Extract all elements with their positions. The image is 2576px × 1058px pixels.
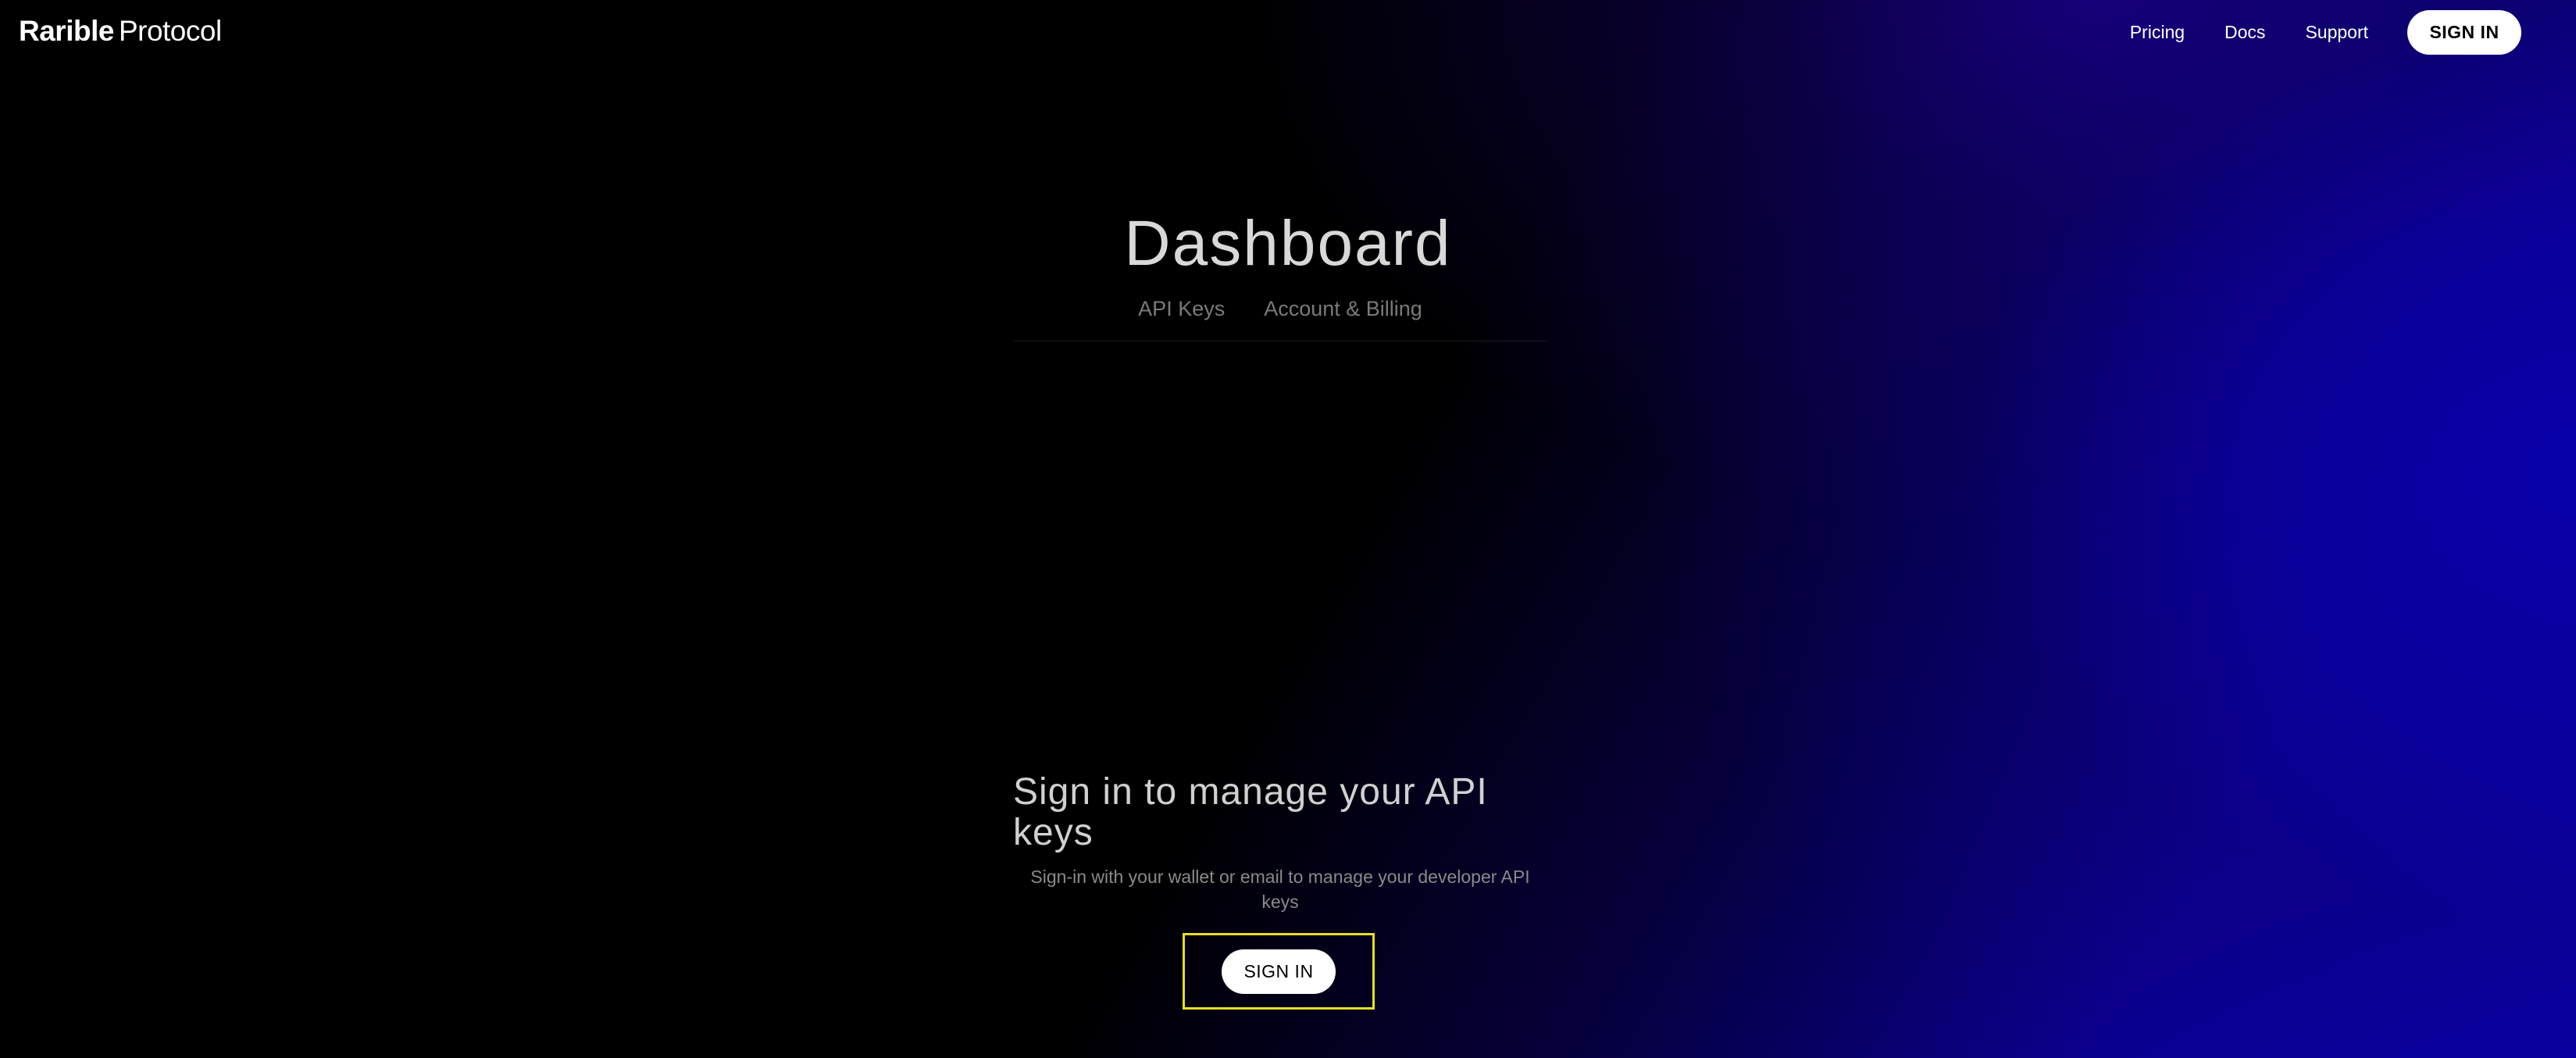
page-title: Dashboard bbox=[1124, 207, 1452, 279]
main-nav: Pricing Docs Support SIGN IN bbox=[2130, 9, 2521, 55]
tab-api-keys[interactable]: API Keys bbox=[1138, 297, 1225, 341]
sign-in-description: Sign-in with your wallet or email to man… bbox=[1030, 867, 1530, 912]
dashboard-tabs: API Keys Account & Billing bbox=[1013, 297, 1547, 341]
nav-link-pricing[interactable]: Pricing bbox=[2130, 22, 2185, 43]
sign-in-highlight-frame: SIGN IN bbox=[1183, 933, 1375, 1010]
tab-account-billing[interactable]: Account & Billing bbox=[1264, 297, 1422, 341]
sign-in-heading: Sign in to manage your API keys bbox=[1013, 771, 1488, 853]
logo-suffix: Protocol bbox=[118, 15, 222, 47]
header-sign-in-button[interactable]: SIGN IN bbox=[2407, 9, 2521, 55]
nav-link-support[interactable]: Support bbox=[2305, 22, 2368, 43]
nav-link-docs[interactable]: Docs bbox=[2225, 22, 2265, 43]
sign-in-button[interactable]: SIGN IN bbox=[1222, 949, 1336, 994]
top-navbar: Rarible Protocol Pricing Docs Support SIG… bbox=[0, 0, 2576, 64]
logo-brand: Rarible bbox=[19, 15, 114, 47]
logo[interactable]: Rarible Protocol bbox=[19, 14, 222, 48]
sign-in-panel: Sign in to manage your API keys Sign-in … bbox=[1013, 772, 1547, 914]
